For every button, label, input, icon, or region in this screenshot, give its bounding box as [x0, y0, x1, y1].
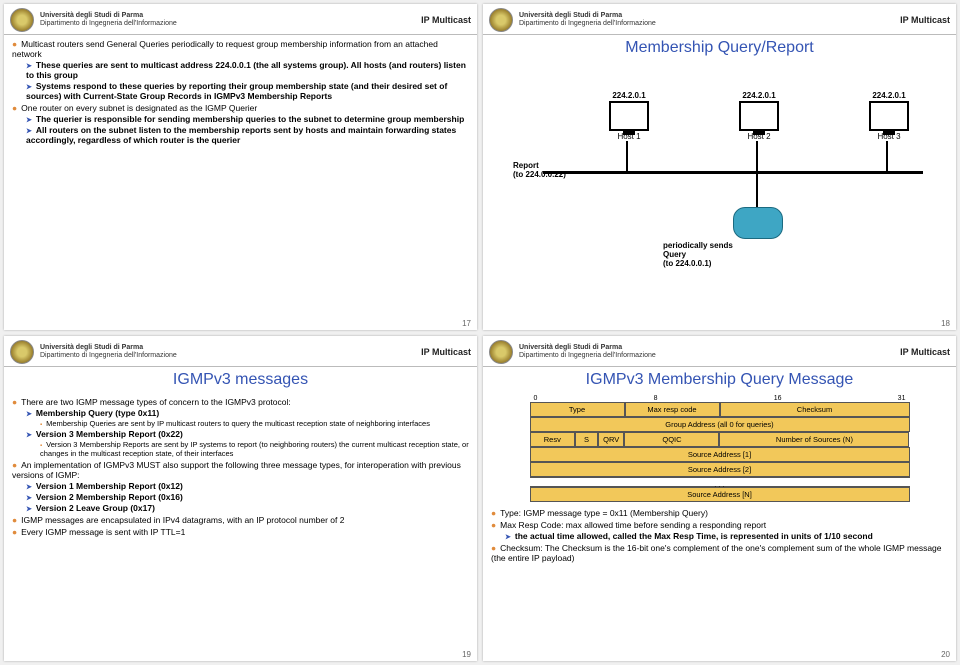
- dept-name: Dipartimento di Ingegneria dell'Informaz…: [40, 20, 177, 28]
- bullet: Max Resp Code: max allowed time before s…: [491, 520, 948, 530]
- uni-name: Università degli Studi di Parma: [519, 344, 656, 352]
- slide-18: Università degli Studi di Parma Dipartim…: [483, 4, 956, 330]
- query-label: periodically sends Query (to 224.0.0.1): [663, 241, 733, 268]
- sub-bullet: Version 2 Membership Report (0x16): [26, 492, 469, 502]
- report-label: Report(to 224.0.0.22): [513, 161, 566, 179]
- slide-title: IGMPv3 Membership Query Message: [483, 371, 956, 389]
- uni-name: Università degli Studi di Parma: [519, 12, 656, 20]
- sub-bullet: Version 1 Membership Report (0x12): [26, 481, 469, 491]
- sub2-bullet: Membership Queries are sent by IP multic…: [40, 419, 469, 428]
- page-number: 18: [941, 319, 950, 328]
- uni-name: Università degli Studi di Parma: [40, 12, 177, 20]
- field-numsrc: Number of Sources (N): [719, 432, 909, 447]
- dept-name: Dipartimento di Ingegneria dell'Informaz…: [519, 20, 656, 28]
- page-number: 20: [941, 650, 950, 659]
- field-srcN: Source Address [N]: [530, 487, 910, 502]
- bullet: One router on every subnet is designated…: [12, 103, 469, 113]
- field-ellipsis: . . .: [530, 477, 910, 487]
- field-maxresp: Max resp code: [625, 402, 720, 417]
- bullet: An implementation of IGMPv3 MUST also su…: [12, 460, 469, 480]
- dept-name: Dipartimento di Ingegneria dell'Informaz…: [519, 352, 656, 360]
- slide-header: Università degli Studi di Parma Dipartim…: [483, 4, 956, 35]
- sub-bullet: Version 3 Membership Report (0x22): [26, 429, 469, 439]
- field-groupaddr: Group Address (all 0 for queries): [530, 417, 910, 432]
- course-title: IP Multicast: [421, 15, 471, 25]
- monitor-icon: [609, 101, 649, 131]
- course-title: IP Multicast: [900, 347, 950, 357]
- field-checksum: Checksum: [720, 402, 910, 417]
- field-resv: Resv: [530, 432, 576, 447]
- slide-17: Università degli Studi di Parma Dipartim…: [4, 4, 477, 330]
- slide-header: Università degli Studi di Parma Dipartim…: [4, 4, 477, 35]
- course-title: IP Multicast: [900, 15, 950, 25]
- bullet: Every IGMP message is sent with IP TTL=1: [12, 527, 469, 537]
- crest-icon: [489, 340, 513, 364]
- slide-title: Membership Query/Report: [483, 39, 956, 57]
- router-icon: [733, 207, 783, 239]
- sub-bullet: Membership Query (type 0x11): [26, 408, 469, 418]
- sub-bullet: The querier is responsible for sending m…: [26, 114, 469, 124]
- network-diagram: 224.2.0.1 Host 1 224.2.0.1 Host 2 224.2.…: [483, 61, 956, 281]
- host-3: 224.2.0.1 Host 3: [863, 91, 915, 141]
- bullet: There are two IGMP message types of conc…: [12, 397, 469, 407]
- sub-bullet: the actual time allowed, called the Max …: [505, 531, 948, 541]
- sub-bullet: Version 2 Leave Group (0x17): [26, 503, 469, 513]
- crest-icon: [10, 340, 34, 364]
- monitor-icon: [869, 101, 909, 131]
- crest-icon: [489, 8, 513, 32]
- slide-20: Università degli Studi di Parma Dipartim…: [483, 336, 956, 662]
- host-2: 224.2.0.1 Host 2: [733, 91, 785, 141]
- sub-bullet: These queries are sent to multicast addr…: [26, 60, 469, 80]
- bullet: Checksum: The Checksum is the 16-bit one…: [491, 543, 948, 563]
- sub-bullet: Systems respond to these queries by repo…: [26, 81, 469, 101]
- page-number: 17: [462, 319, 471, 328]
- uni-name: Università degli Studi di Parma: [40, 344, 177, 352]
- monitor-icon: [739, 101, 779, 131]
- bullet: IGMP messages are encapsulated in IPv4 d…: [12, 515, 469, 525]
- field-src2: Source Address [2]: [530, 462, 910, 477]
- net-line: [543, 171, 923, 174]
- sub-bullet: All routers on the subnet listen to the …: [26, 125, 469, 145]
- page-number: 19: [462, 650, 471, 659]
- slide-header: Università degli Studi di Parma Dipartim…: [4, 336, 477, 367]
- field-s: S: [575, 432, 598, 447]
- slide-19: Università degli Studi di Parma Dipartim…: [4, 336, 477, 662]
- field-qqic: QQIC: [624, 432, 719, 447]
- course-title: IP Multicast: [421, 347, 471, 357]
- message-format-table: 0 8 16 31 Type Max resp code Checksum Gr…: [530, 395, 910, 502]
- slide-header: Università degli Studi di Parma Dipartim…: [483, 336, 956, 367]
- field-src1: Source Address [1]: [530, 447, 910, 462]
- field-type: Type: [530, 402, 625, 417]
- crest-icon: [10, 8, 34, 32]
- slide-title: IGMPv3 messages: [4, 371, 477, 389]
- dept-name: Dipartimento di Ingegneria dell'Informaz…: [40, 352, 177, 360]
- field-qrv: QRV: [598, 432, 625, 447]
- host-1: 224.2.0.1 Host 1: [603, 91, 655, 141]
- bullet: Multicast routers send General Queries p…: [12, 39, 469, 59]
- sub2-bullet: Version 3 Membership Reports are sent by…: [40, 440, 469, 458]
- bullet: Type: IGMP message type = 0x11 (Membersh…: [491, 508, 948, 518]
